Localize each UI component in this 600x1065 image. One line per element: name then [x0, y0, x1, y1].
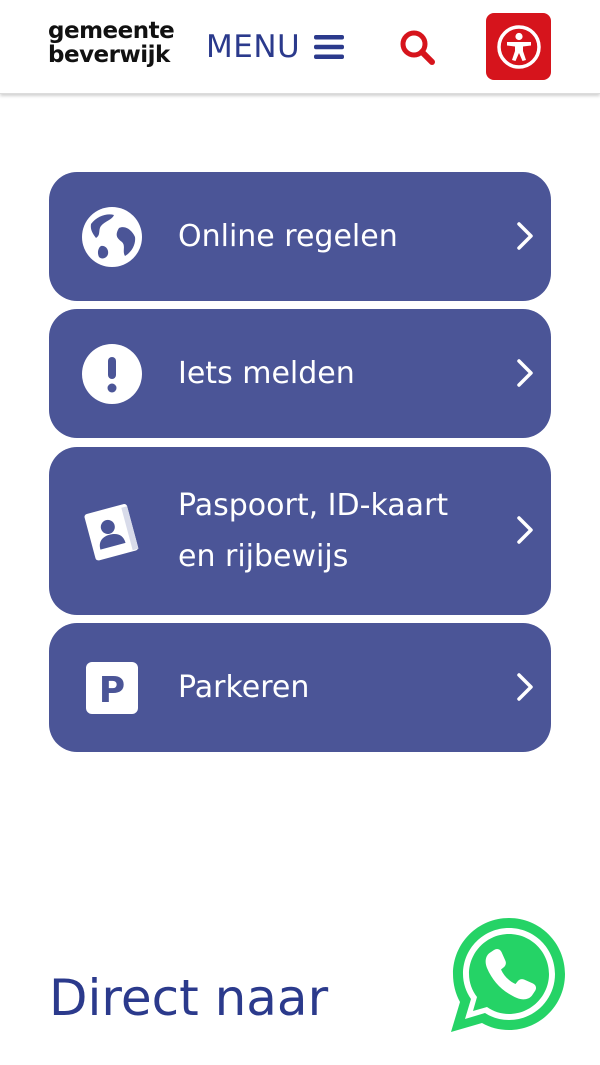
section-title: Direct naar [49, 969, 329, 1027]
whatsapp-button[interactable] [447, 912, 571, 1036]
logo-line-1: gemeente [48, 18, 175, 44]
chevron-right-icon [517, 673, 533, 701]
parking-icon: P [81, 657, 143, 719]
site-logo[interactable]: gemeente beverwijk [48, 18, 175, 68]
site-header: gemeente beverwijk MENU [0, 0, 600, 94]
menu-button[interactable]: MENU [206, 26, 345, 68]
chevron-right-icon [517, 516, 533, 544]
passport-icon [81, 500, 143, 562]
chevron-right-icon [517, 222, 533, 250]
tile-paspoort-id-kaart-rijbewijs[interactable]: Paspoort, ID-kaart en rijbewijs [49, 447, 551, 615]
exclamation-icon [81, 343, 143, 405]
tile-parkeren[interactable]: P Parkeren [49, 623, 551, 752]
whatsapp-icon [451, 918, 565, 1032]
tile-label-line-1: Paspoort, ID-kaart [178, 488, 449, 523]
tile-label: Iets melden [178, 356, 355, 391]
accessibility-icon [496, 24, 541, 69]
accessibility-button[interactable] [486, 13, 551, 80]
hamburger-icon [314, 35, 345, 59]
tile-iets-melden[interactable]: Iets melden [49, 309, 551, 438]
tile-label: Parkeren [178, 670, 310, 705]
search-icon [400, 30, 435, 65]
chevron-right-icon [517, 359, 533, 387]
tile-online-regelen[interactable]: Online regelen [49, 172, 551, 301]
menu-label: MENU [206, 29, 301, 65]
svg-text:P: P [99, 670, 125, 711]
logo-line-2: beverwijk [48, 42, 170, 68]
tile-label-line-2: en rijbewijs [178, 539, 349, 574]
tile-label: Online regelen [178, 219, 398, 254]
search-button[interactable] [398, 28, 438, 68]
globe-icon [81, 206, 143, 268]
